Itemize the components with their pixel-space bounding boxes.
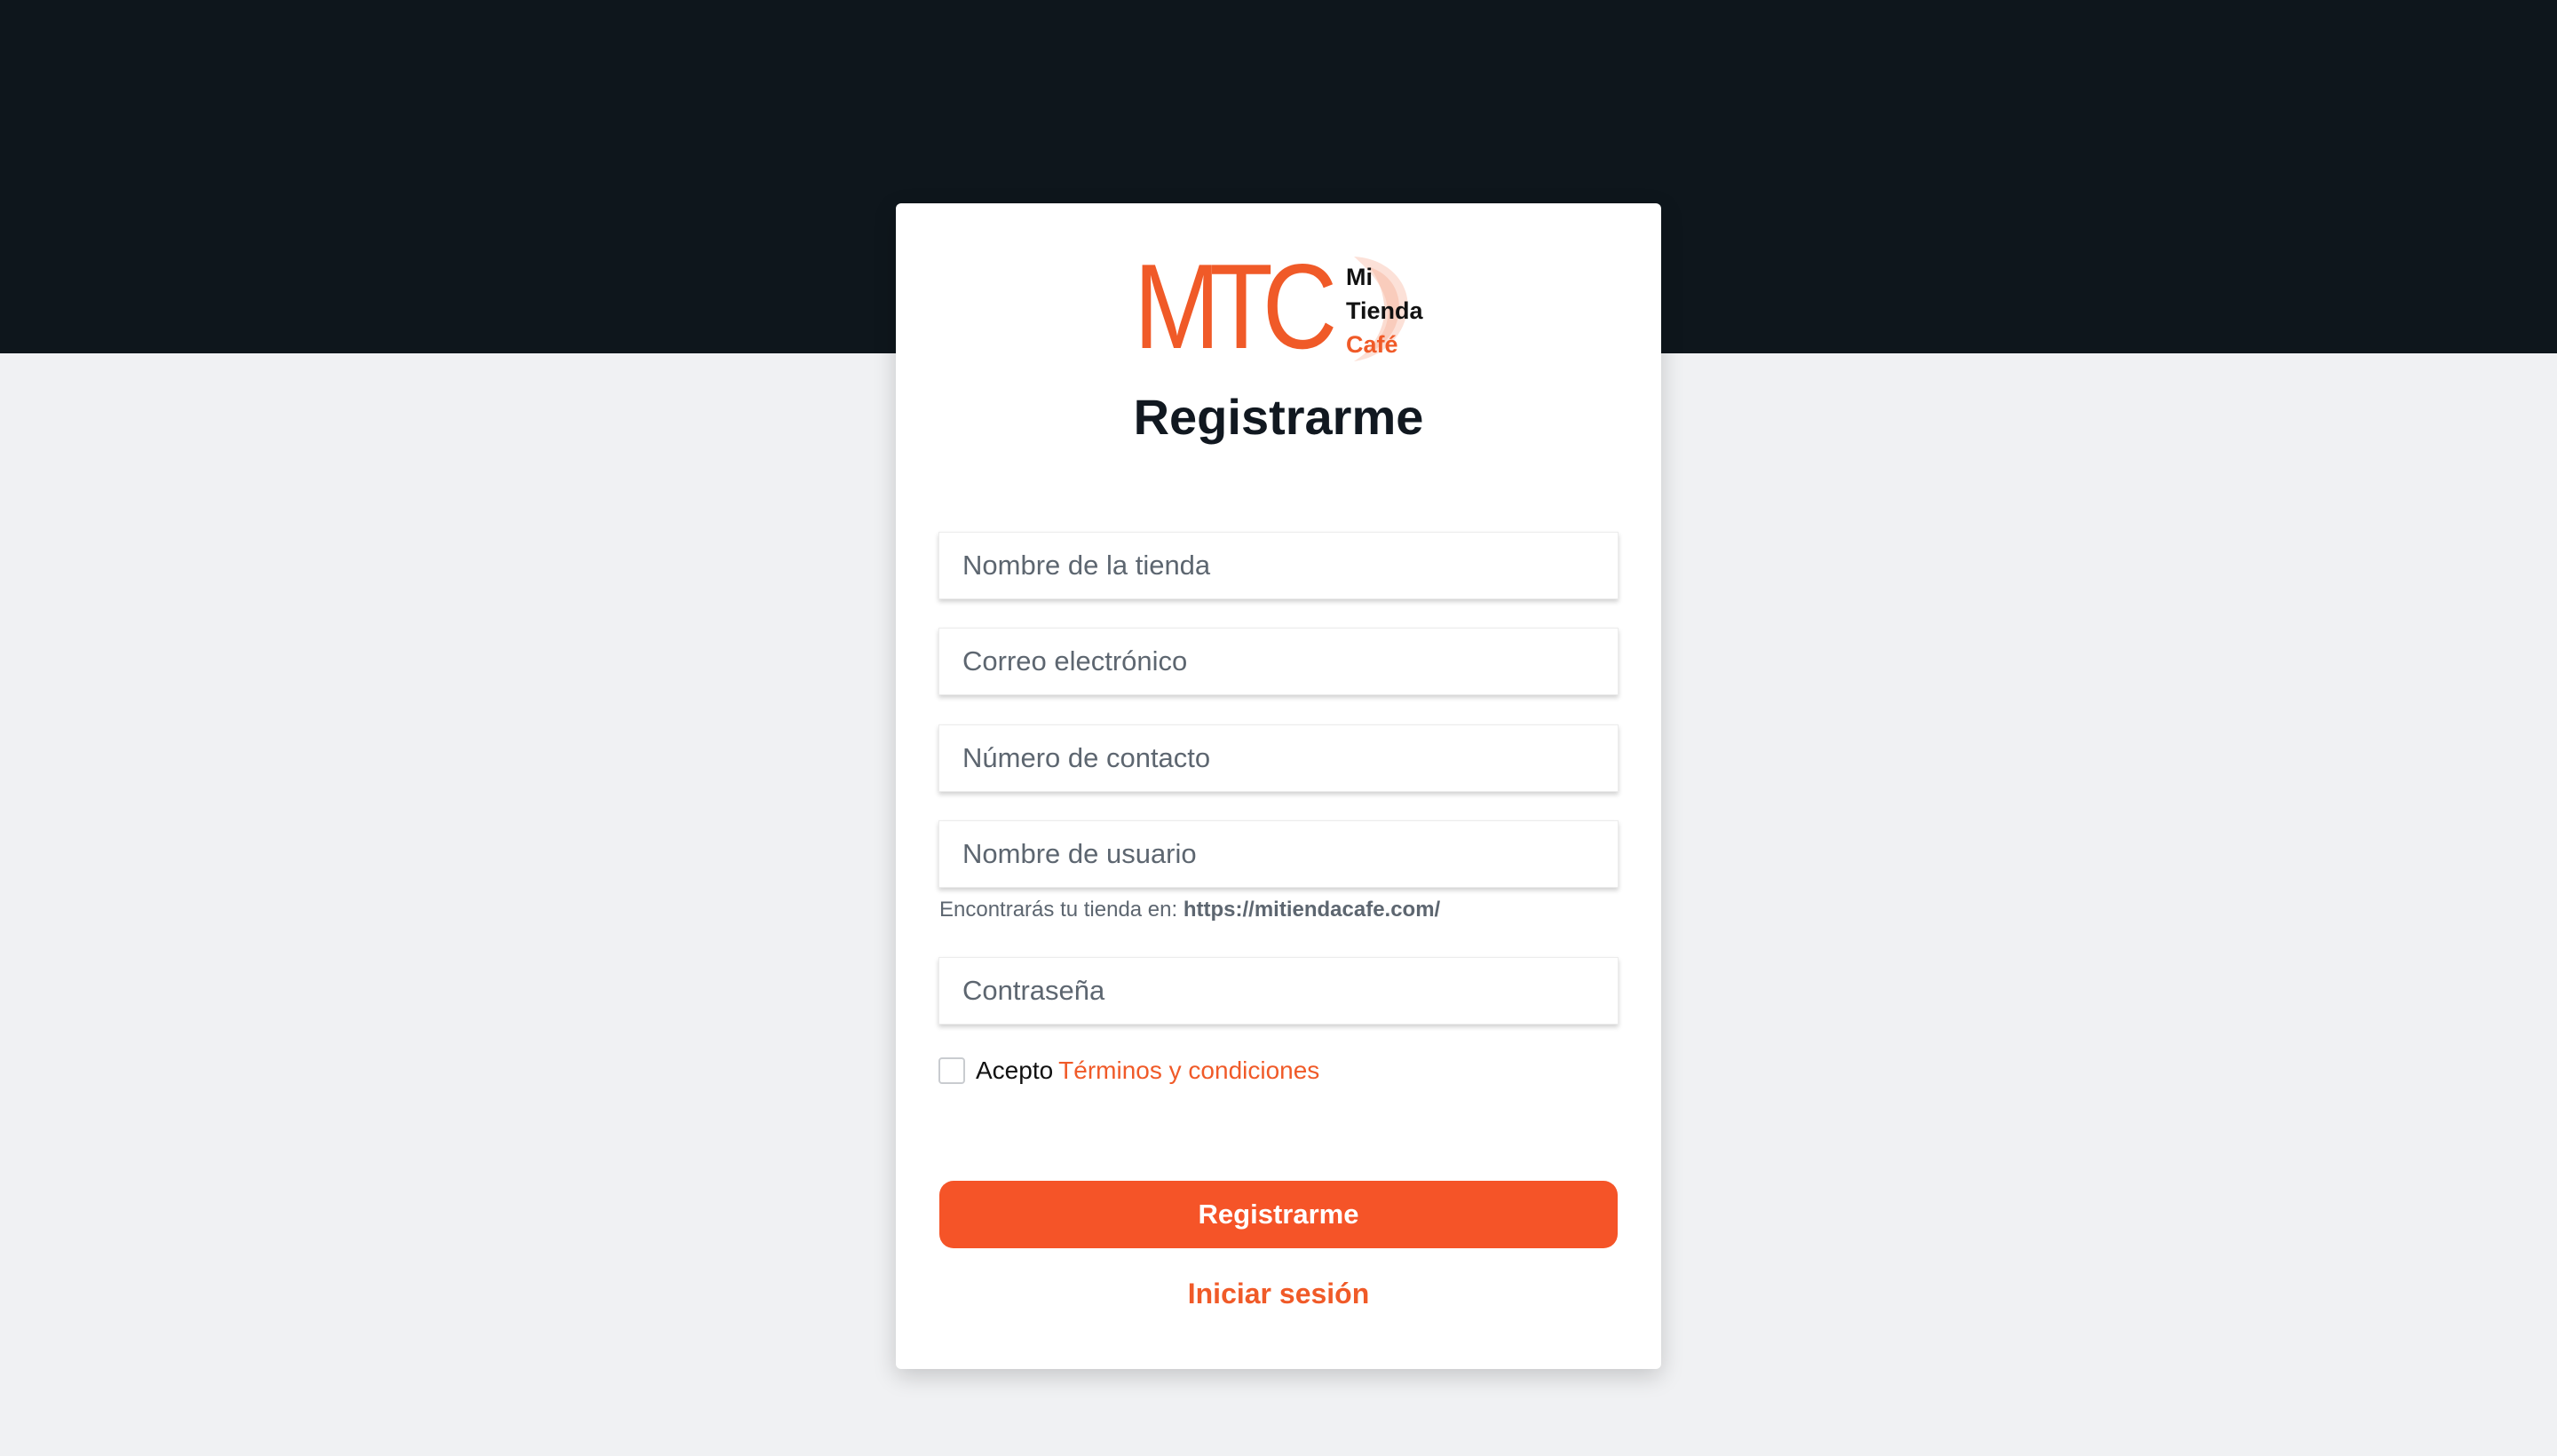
- username-input[interactable]: [962, 838, 1618, 870]
- brand-logo: MTC Mi Tienda Café: [1134, 244, 1423, 368]
- store-name-field[interactable]: [938, 532, 1619, 599]
- phone-input[interactable]: [962, 742, 1618, 774]
- phone-field[interactable]: [938, 724, 1619, 792]
- email-field[interactable]: [938, 628, 1619, 695]
- terms-link[interactable]: Términos y condiciones: [1058, 1056, 1319, 1085]
- email-input[interactable]: [962, 645, 1618, 677]
- register-button[interactable]: Registrarme: [939, 1181, 1618, 1248]
- login-link[interactable]: Iniciar sesión: [896, 1278, 1661, 1310]
- terms-row: Acepto Términos y condiciones: [938, 1056, 1319, 1086]
- store-url-hint-prefix: Encontrarás tu tienda en:: [939, 898, 1178, 922]
- store-url: https://mitiendacafe.com/: [1183, 898, 1441, 922]
- username-field[interactable]: [938, 820, 1619, 888]
- password-field[interactable]: [938, 957, 1619, 1025]
- logo-line-cafe: Café: [1346, 331, 1398, 358]
- logo-line-tienda: Tienda: [1346, 297, 1423, 324]
- logo-mark: MTC: [1134, 239, 1337, 374]
- store-url-hint: Encontrarás tu tienda en: https://mitien…: [939, 898, 1440, 922]
- logo-line-mi: Mi: [1346, 264, 1373, 290]
- store-name-input[interactable]: [962, 550, 1618, 582]
- register-card: MTC Mi Tienda Café Registrarme Encontrar…: [896, 203, 1661, 1369]
- accept-label: Acepto: [976, 1056, 1054, 1084]
- terms-checkbox[interactable]: [938, 1057, 965, 1084]
- password-input[interactable]: [962, 975, 1618, 1007]
- page-title: Registrarme: [1133, 389, 1424, 445]
